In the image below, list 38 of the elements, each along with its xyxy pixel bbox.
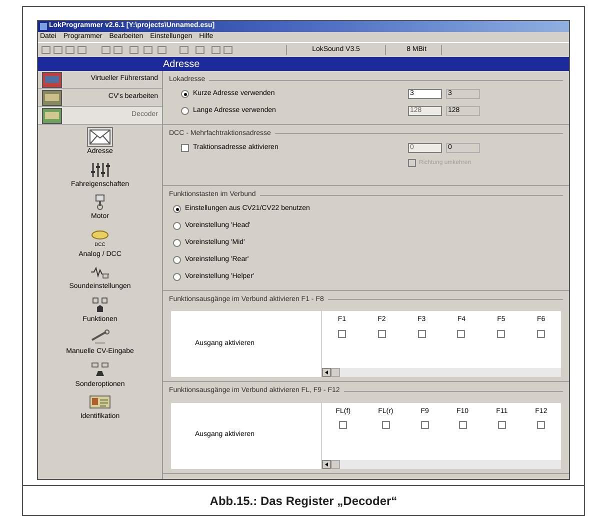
scrollbar[interactable]	[322, 460, 561, 468]
id-card-icon	[89, 394, 111, 410]
wrench-icon	[89, 329, 111, 345]
checkbox[interactable]	[338, 330, 346, 338]
scroll-thumb[interactable]	[331, 368, 340, 377]
scroll-left-button[interactable]	[322, 368, 331, 377]
radio-button[interactable]	[173, 256, 181, 264]
checkbox[interactable]	[537, 330, 546, 338]
options-icon	[89, 362, 111, 378]
envelope-icon	[89, 129, 111, 145]
checkbox[interactable]	[537, 421, 546, 429]
radio-button[interactable]	[181, 107, 189, 115]
mode-icon	[42, 108, 62, 124]
app-icon	[40, 23, 47, 30]
checkbox[interactable]	[382, 421, 390, 429]
radio-button[interactable]	[173, 222, 181, 230]
checkbox[interactable]	[339, 421, 348, 429]
scrollbar[interactable]	[322, 368, 561, 377]
radio-button[interactable]	[173, 273, 181, 281]
checkbox[interactable]	[498, 421, 506, 429]
radio-button[interactable]	[173, 205, 181, 213]
sliders-icon	[88, 162, 111, 178]
checkbox[interactable]	[457, 330, 466, 338]
radio-button[interactable]	[181, 90, 189, 98]
waveform-icon	[89, 264, 111, 280]
checkbox[interactable]	[497, 330, 506, 338]
checkbox[interactable]	[378, 330, 386, 338]
mode-icon	[42, 72, 62, 88]
checkbox[interactable]	[418, 330, 426, 338]
scroll-left-button[interactable]	[322, 460, 331, 468]
figure-caption: Abb.15.: Das Register „Decoder“	[210, 492, 398, 510]
checkbox[interactable]	[458, 421, 467, 429]
radio-button[interactable]	[173, 239, 181, 247]
checkbox[interactable]	[420, 421, 429, 429]
mode-icon	[42, 90, 62, 106]
checkbox[interactable]	[181, 144, 189, 152]
header-title: Adresse	[163, 58, 200, 72]
scroll-thumb[interactable]	[331, 460, 340, 468]
